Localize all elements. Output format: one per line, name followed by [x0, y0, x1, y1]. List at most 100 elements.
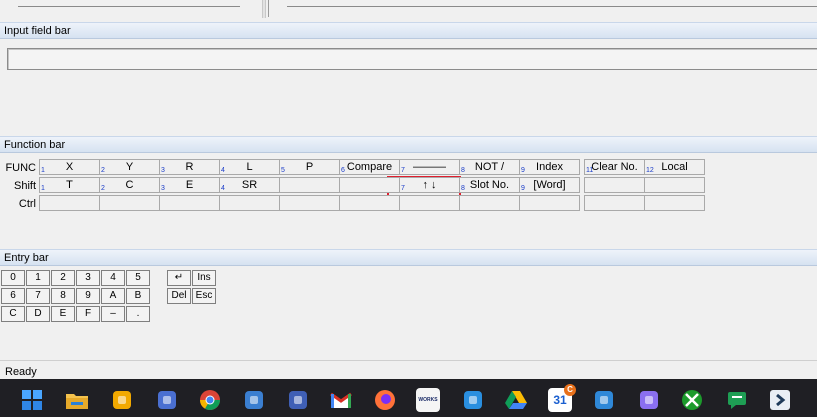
function-key-number: 9 — [521, 167, 525, 174]
function-key-label: E — [185, 179, 194, 191]
input-field-bar-title: Input field bar — [4, 25, 71, 37]
function-key-ctrl-9[interactable] — [519, 195, 580, 211]
input-field[interactable] — [7, 48, 817, 70]
function-key-func-3[interactable]: 3R — [159, 159, 220, 175]
network-monitor-icon[interactable] — [286, 388, 310, 412]
function-key-func-11[interactable]: 12 Local — [644, 159, 705, 175]
entry-key-0-5[interactable]: 5 — [126, 270, 150, 286]
entry-edit-key-0-1[interactable]: Ins — [192, 270, 216, 286]
entry-key-0-4[interactable]: 4 — [101, 270, 125, 286]
entry-key-2-1[interactable]: D — [26, 306, 50, 322]
function-key-func-4[interactable]: 4L — [219, 159, 280, 175]
works-label: WORKS — [418, 397, 438, 403]
function-key-shift-1[interactable]: 1T — [39, 177, 100, 193]
firefox-icon[interactable] — [373, 388, 397, 412]
function-key-shift-2[interactable]: 2C — [99, 177, 160, 193]
function-key-ctrl-11[interactable] — [644, 195, 705, 211]
function-key-shift-3[interactable]: 3E — [159, 177, 220, 193]
calendar-icon[interactable]: 31 C — [548, 384, 576, 412]
works-app-icon[interactable]: WORKS — [416, 388, 440, 412]
function-key-shift-11[interactable] — [644, 177, 705, 193]
function-key-func-7[interactable]: 7 ——— — [399, 159, 460, 175]
function-key-ctrl-1[interactable] — [39, 195, 100, 211]
network-app-icon[interactable] — [110, 388, 134, 412]
entry-key-0-2[interactable]: 2 — [51, 270, 75, 286]
entry-key-1-1[interactable]: 7 — [26, 288, 50, 304]
entry-key-1-5[interactable]: B — [126, 288, 150, 304]
entry-edit-key-1-0[interactable]: Del — [167, 288, 191, 304]
gmail-icon[interactable] — [329, 388, 353, 412]
dashboard-app-icon[interactable] — [592, 388, 616, 412]
chrome-icon[interactable] — [198, 388, 222, 412]
entry-bar-title: Entry bar — [4, 252, 49, 264]
function-key-shift-4[interactable]: 4 SR — [219, 177, 280, 193]
function-key-ctrl-4[interactable] — [219, 195, 280, 211]
function-key-number: 3 — [161, 185, 165, 192]
entry-key-2-3[interactable]: F — [76, 306, 100, 322]
function-key-func-10[interactable]: 11 Clear No. — [584, 159, 645, 175]
function-key-label: Compare — [346, 161, 393, 173]
function-key-func-9[interactable]: 9 Index — [519, 159, 580, 175]
function-key-func-6[interactable]: 6 Compare — [339, 159, 400, 175]
row-label-shift: Shift — [13, 180, 36, 192]
function-key-func-5[interactable]: 5P — [279, 159, 340, 175]
entry-key-1-2[interactable]: 8 — [51, 288, 75, 304]
file-explorer-icon[interactable] — [65, 388, 89, 412]
remote-desktop-icon[interactable] — [155, 388, 179, 412]
input-field-bar-header: Input field bar — [0, 22, 817, 39]
notification-badge: C — [564, 384, 576, 396]
virtualbox-icon[interactable] — [242, 388, 266, 412]
function-key-ctrl-6[interactable] — [339, 195, 400, 211]
google-drive-icon[interactable] — [504, 388, 528, 412]
proton-app-icon[interactable] — [637, 388, 661, 412]
function-key-ctrl-3[interactable] — [159, 195, 220, 211]
pane-divider-line — [287, 6, 817, 7]
entry-key-1-3[interactable]: 9 — [76, 288, 100, 304]
function-key-label: P — [305, 161, 314, 173]
function-key-ctrl-7[interactable] — [399, 195, 460, 211]
function-key-label: X — [65, 161, 74, 173]
entry-key-2-0[interactable]: C — [1, 306, 25, 322]
function-key-shift-6[interactable] — [339, 177, 400, 193]
entry-key-0-0[interactable]: 0 — [1, 270, 25, 286]
entry-edit-key-1-1[interactable]: Esc — [192, 288, 216, 304]
function-key-shift-9[interactable]: 9 [Word] — [519, 177, 580, 193]
function-key-number: 5 — [281, 167, 285, 174]
shark-app-icon[interactable] — [461, 388, 485, 412]
function-key-shift-5[interactable] — [279, 177, 340, 193]
function-key-label: R — [185, 161, 194, 173]
function-bar-header: Function bar — [0, 136, 817, 153]
function-key-func-1[interactable]: 1X — [39, 159, 100, 175]
function-key-shift-7[interactable]: 7 ↑ ↓ — [399, 177, 460, 193]
entry-key-1-0[interactable]: 6 — [1, 288, 25, 304]
function-key-ctrl-5[interactable] — [279, 195, 340, 211]
function-key-number: 9 — [521, 185, 525, 192]
entry-key-2-5[interactable]: . — [126, 306, 150, 322]
pane-splitter[interactable] — [262, 0, 266, 18]
function-key-func-2[interactable]: 2Y — [99, 159, 160, 175]
function-key-number: 7 — [401, 185, 405, 192]
function-key-func-8[interactable]: 8 NOT / — [459, 159, 520, 175]
function-key-label: NOT / — [474, 161, 505, 173]
entry-bar-header: Entry bar — [0, 249, 817, 266]
chat-icon[interactable] — [725, 388, 749, 412]
entry-edit-key-0-0[interactable]: ↵ — [167, 270, 191, 286]
function-key-number: 3 — [161, 167, 165, 174]
function-key-number: 4 — [221, 167, 225, 174]
entry-key-0-1[interactable]: 1 — [26, 270, 50, 286]
function-key-label: ↑ ↓ — [422, 179, 437, 191]
function-key-shift-10[interactable] — [584, 177, 645, 193]
function-key-ctrl-8[interactable] — [459, 195, 520, 211]
function-key-shift-8[interactable]: 8 Slot No. — [459, 177, 520, 193]
entry-key-2-4[interactable]: – — [101, 306, 125, 322]
function-key-number: 8 — [461, 167, 465, 174]
entry-key-2-2[interactable]: E — [51, 306, 75, 322]
entry-key-0-3[interactable]: 3 — [76, 270, 100, 286]
xbox-icon[interactable] — [680, 388, 704, 412]
function-key-number: 2 — [101, 167, 105, 174]
entry-key-1-4[interactable]: A — [101, 288, 125, 304]
function-key-ctrl-10[interactable] — [584, 195, 645, 211]
vpn-app-icon[interactable] — [768, 388, 792, 412]
function-key-ctrl-2[interactable] — [99, 195, 160, 211]
start-icon[interactable] — [20, 388, 44, 412]
